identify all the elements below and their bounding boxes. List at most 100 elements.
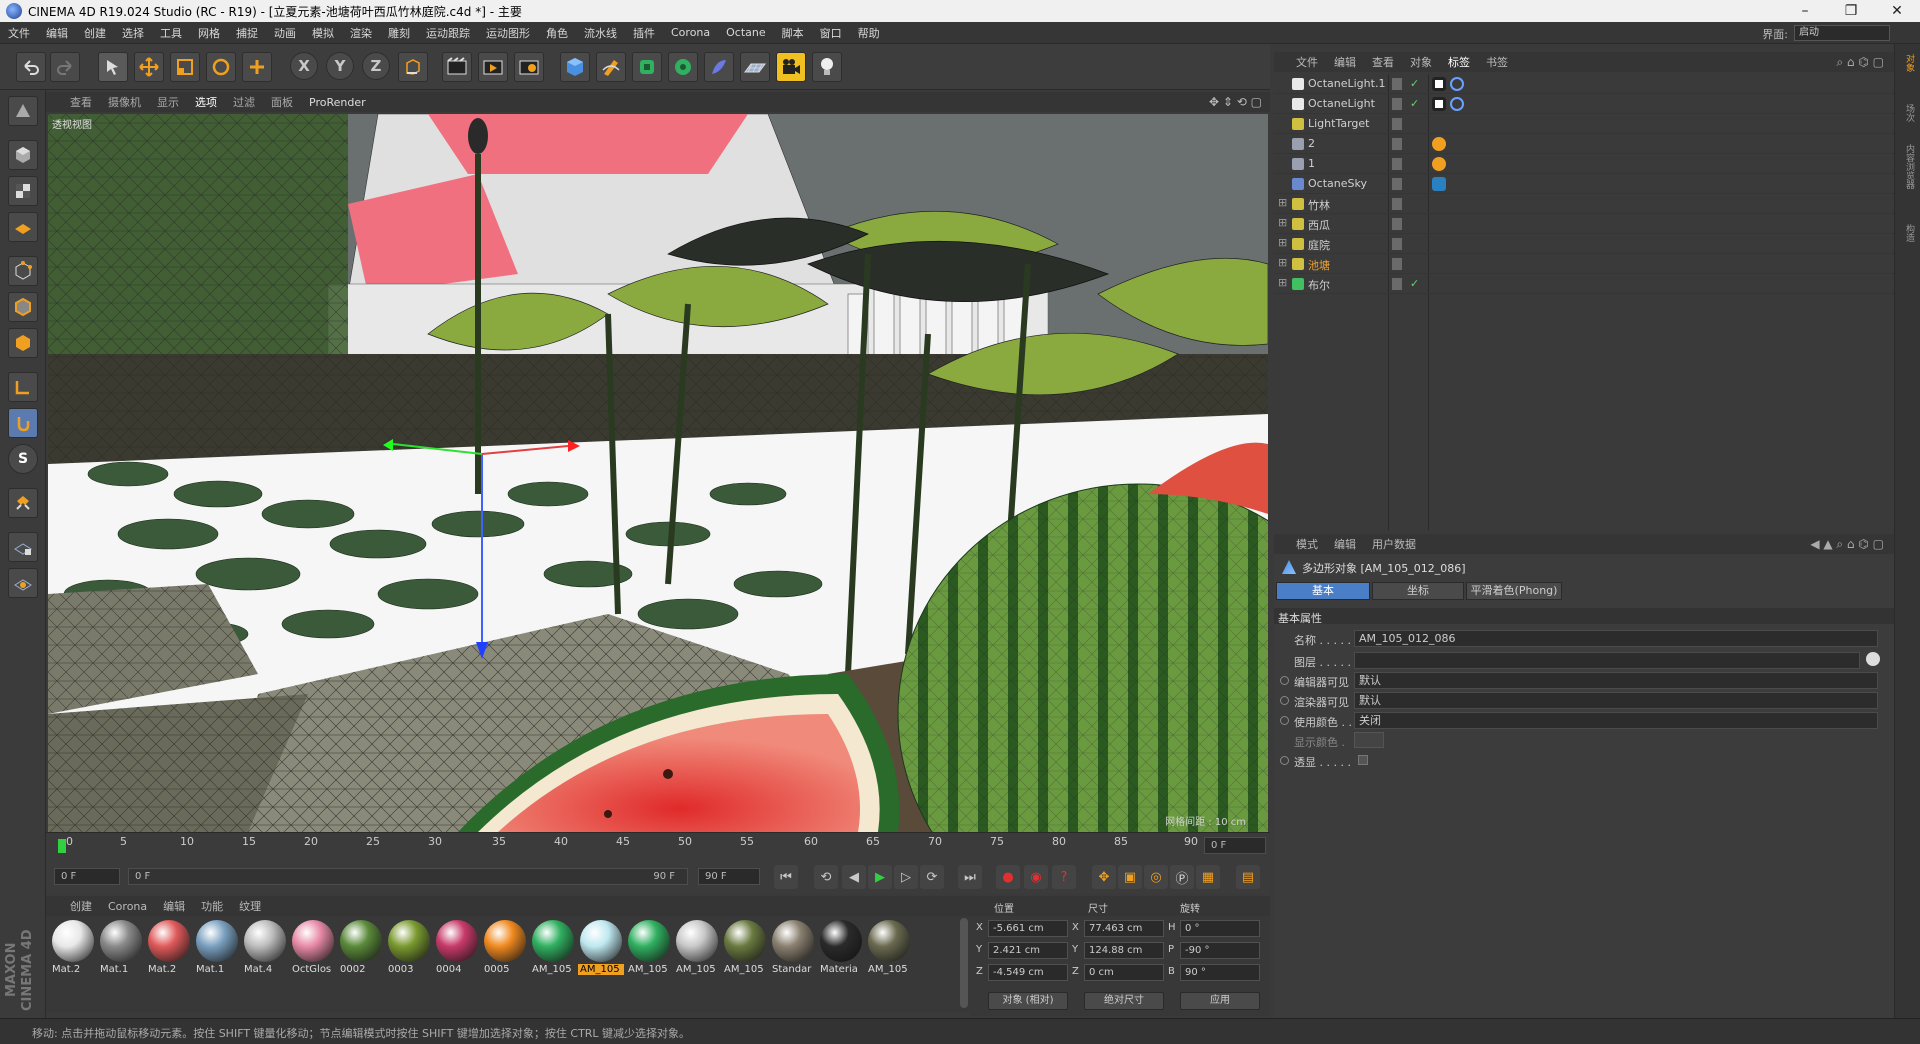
material-swatch[interactable]: AM_105 bbox=[674, 918, 720, 980]
visibility-toggle-icon[interactable] bbox=[1392, 138, 1402, 150]
loop-icon[interactable]: ⟲ bbox=[814, 865, 838, 889]
close-button[interactable]: ✕ bbox=[1874, 0, 1920, 22]
enabled-check-icon[interactable]: ✓ bbox=[1410, 277, 1419, 290]
material-swatch[interactable]: Mat.2 bbox=[146, 918, 192, 980]
visibility-toggle-icon[interactable] bbox=[1392, 158, 1402, 170]
octane-environment-tag-icon[interactable] bbox=[1432, 177, 1446, 191]
x-axis-icon[interactable]: X bbox=[290, 52, 318, 80]
attr-menu-edit[interactable]: 编辑 bbox=[1326, 536, 1364, 552]
tab-takes[interactable]: 场次 bbox=[1900, 104, 1916, 122]
rot-h-field[interactable]: 0 ° bbox=[1180, 920, 1260, 937]
editor-visible-radio[interactable] bbox=[1280, 676, 1289, 685]
coord-mode-select[interactable]: 对象 (相对) bbox=[988, 992, 1068, 1010]
menu-mesh[interactable]: 网格 bbox=[190, 25, 228, 41]
layout-select[interactable]: 启动 bbox=[1794, 25, 1890, 41]
tweak-mode-icon[interactable] bbox=[8, 408, 38, 438]
go-to-start-icon[interactable]: ⏮ bbox=[774, 865, 798, 889]
menu-simulate[interactable]: 模拟 bbox=[304, 25, 342, 41]
expand-icon[interactable]: ⊞ bbox=[1278, 236, 1287, 249]
menu-select[interactable]: 选择 bbox=[114, 25, 152, 41]
y-axis-icon[interactable]: Y bbox=[326, 52, 354, 80]
menu-snap[interactable]: 捕捉 bbox=[228, 25, 266, 41]
lock-workplane-icon[interactable] bbox=[8, 532, 38, 562]
autokey-icon[interactable]: ◉ bbox=[1024, 865, 1048, 889]
material-swatch[interactable]: 0002 bbox=[338, 918, 384, 980]
size-mode-select[interactable]: 绝对尺寸 bbox=[1084, 992, 1164, 1010]
go-to-end-icon[interactable]: ⏭ bbox=[958, 865, 982, 889]
key-pla-icon[interactable]: ▦ bbox=[1196, 865, 1220, 889]
material-menu-edit[interactable]: 编辑 bbox=[155, 898, 193, 914]
rotate-icon[interactable] bbox=[206, 52, 236, 82]
object-name[interactable]: OctaneSky bbox=[1308, 177, 1367, 190]
object-row[interactable]: ⊞ 竹林 bbox=[1274, 194, 1894, 214]
expand-icon[interactable]: ⊞ bbox=[1278, 216, 1287, 229]
object-row[interactable]: ⊞ 布尔 ✓ bbox=[1274, 274, 1894, 294]
magnet-icon[interactable] bbox=[8, 488, 38, 518]
coord-system-icon[interactable] bbox=[398, 52, 428, 82]
pos-z-field[interactable]: -4.549 cm bbox=[988, 964, 1068, 981]
xray-radio[interactable] bbox=[1280, 756, 1289, 765]
attr-menu-userdata[interactable]: 用户数据 bbox=[1364, 536, 1424, 552]
key-scale-icon[interactable]: ▣ bbox=[1118, 865, 1142, 889]
tab-objects[interactable]: 对象 bbox=[1900, 54, 1916, 72]
object-row[interactable]: ⊞ 庭院 bbox=[1274, 234, 1894, 254]
visibility-toggle-icon[interactable] bbox=[1392, 98, 1402, 110]
viewport-menu-camera[interactable]: 摄像机 bbox=[100, 94, 149, 110]
array-icon[interactable] bbox=[668, 52, 698, 82]
rot-p-field[interactable]: -90 ° bbox=[1180, 942, 1260, 959]
polygons-mode-icon[interactable] bbox=[8, 328, 38, 358]
z-axis-icon[interactable]: Z bbox=[362, 52, 390, 80]
material-swatch[interactable]: AM_105 bbox=[530, 918, 576, 980]
viewport-menu-display[interactable]: 显示 bbox=[149, 94, 187, 110]
visibility-toggle-icon[interactable] bbox=[1392, 218, 1402, 230]
camera-icon[interactable] bbox=[776, 52, 806, 82]
menu-file[interactable]: 文件 bbox=[0, 25, 38, 41]
menu-script[interactable]: 脚本 bbox=[774, 25, 812, 41]
add-icon[interactable] bbox=[242, 52, 272, 82]
floor-icon[interactable] bbox=[740, 52, 770, 82]
material-menu-function[interactable]: 功能 bbox=[193, 898, 231, 914]
make-editable-icon[interactable] bbox=[8, 96, 38, 126]
object-name[interactable]: 西瓜 bbox=[1308, 217, 1330, 233]
snap-icon[interactable]: S bbox=[8, 444, 38, 474]
target-tag-icon[interactable] bbox=[1450, 97, 1464, 111]
object-name[interactable]: OctaneLight.1 bbox=[1308, 77, 1385, 90]
menu-help[interactable]: 帮助 bbox=[850, 25, 888, 41]
object-row[interactable]: OctaneLight ✓ bbox=[1274, 94, 1894, 114]
object-row[interactable]: 1 bbox=[1274, 154, 1894, 174]
deformer-icon[interactable] bbox=[704, 52, 734, 82]
menu-character[interactable]: 角色 bbox=[538, 25, 576, 41]
tab-coord[interactable]: 坐标 bbox=[1372, 582, 1464, 600]
material-menu-create[interactable]: 创建 bbox=[46, 898, 100, 914]
object-menu-bookmarks[interactable]: 书签 bbox=[1478, 54, 1516, 70]
pos-y-field[interactable]: 2.421 cm bbox=[988, 942, 1068, 959]
end-frame-field[interactable]: 90 F bbox=[698, 868, 760, 885]
menu-animate[interactable]: 动画 bbox=[266, 25, 304, 41]
material-swatch[interactable]: Mat.1 bbox=[194, 918, 240, 980]
visibility-toggle-icon[interactable] bbox=[1392, 78, 1402, 90]
light-icon[interactable] bbox=[812, 52, 842, 82]
timeline-ruler[interactable]: 0 5 10 15 20 25 30 35 40 45 50 55 60 65 … bbox=[46, 832, 1270, 858]
timeline-window-icon[interactable]: ▤ bbox=[1236, 865, 1260, 889]
key-position-icon[interactable]: ✥ bbox=[1092, 865, 1116, 889]
attr-editor-visible-select[interactable]: 默认 bbox=[1354, 672, 1878, 689]
redo-icon[interactable] bbox=[50, 52, 80, 82]
key-rotation-icon[interactable]: ◎ bbox=[1144, 865, 1168, 889]
menu-plugins[interactable]: 插件 bbox=[625, 25, 663, 41]
object-menu-objects[interactable]: 对象 bbox=[1402, 54, 1440, 70]
object-row[interactable]: 2 bbox=[1274, 134, 1894, 154]
menu-corona[interactable]: Corona bbox=[663, 26, 718, 39]
material-swatch[interactable]: 0005 bbox=[482, 918, 528, 980]
visibility-toggle-icon[interactable] bbox=[1392, 258, 1402, 270]
timeline-playhead[interactable] bbox=[58, 839, 66, 853]
enabled-check-icon[interactable]: ✓ bbox=[1410, 77, 1419, 90]
expand-icon[interactable]: ⊞ bbox=[1278, 256, 1287, 269]
tab-content-browser[interactable]: 内容浏览器 bbox=[1900, 144, 1916, 189]
attr-name-field[interactable]: AM_105_012_086 bbox=[1354, 630, 1878, 647]
viewport-nav-icons[interactable]: ✥ ⇕ ⟲ ▢ bbox=[1209, 95, 1262, 109]
tab-phong[interactable]: 平滑着色(Phong) bbox=[1466, 582, 1562, 600]
protection-tag-icon[interactable] bbox=[1432, 137, 1446, 151]
start-frame-field[interactable]: 0 F bbox=[54, 868, 120, 885]
menu-render[interactable]: 渲染 bbox=[342, 25, 380, 41]
material-swatch[interactable]: Mat.4 bbox=[242, 918, 288, 980]
